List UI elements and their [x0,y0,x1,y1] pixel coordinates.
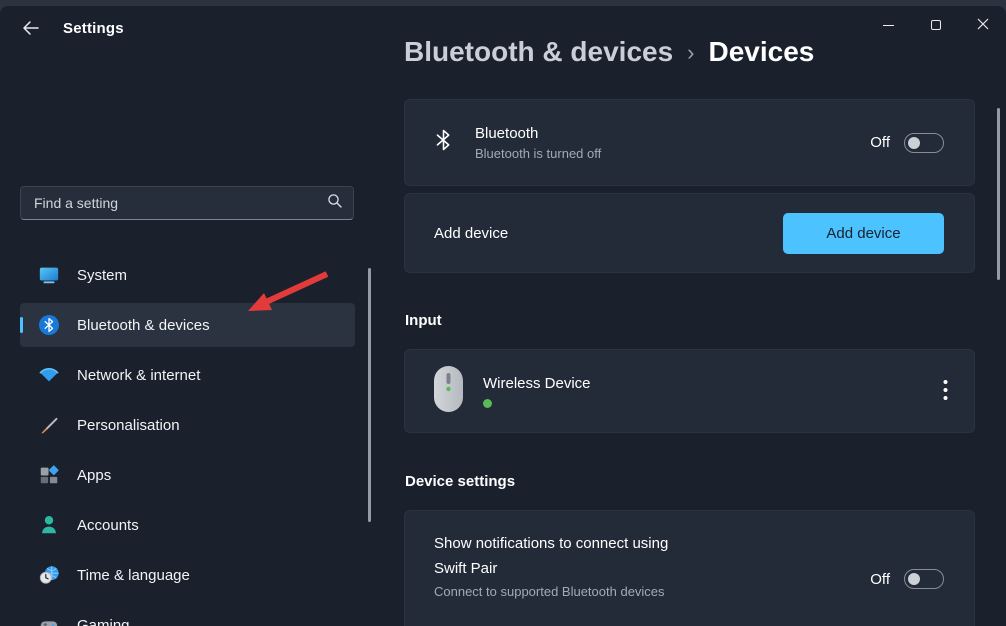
back-button[interactable] [16,16,46,42]
sidebar-item-gaming[interactable]: Gaming [20,603,355,626]
breadcrumb-parent[interactable]: Bluetooth & devices [404,36,673,68]
toggle-knob [908,573,920,585]
add-device-row: Add device Add device [404,193,975,273]
gaming-icon [37,613,61,626]
main-content: Bluetooth & devices › Devices Bluetooth … [404,6,975,626]
sidebar-item-system[interactable]: System [20,253,355,297]
sidebar-item-accounts[interactable]: Accounts [20,503,355,547]
sidebar: System Bluetooth & devices Network & int… [0,52,376,626]
sidebar-scrollbar[interactable] [368,268,371,522]
sidebar-item-label: Gaming [77,617,130,626]
personalisation-icon [37,413,61,437]
swift-pair-title-line1: Show notifications to connect using [434,531,944,556]
bluetooth-title: Bluetooth [475,125,601,142]
device-name: Wireless Device [483,375,591,392]
apps-icon [37,463,61,487]
device-more-button[interactable] [943,379,948,404]
swift-pair-toggle-label: Off [870,571,890,588]
swift-pair-title-line2: Swift Pair [434,556,944,581]
sidebar-item-time-language[interactable]: Time & language [20,553,355,597]
add-device-button[interactable]: Add device [783,213,944,254]
search-icon [327,193,343,214]
sidebar-item-label: Accounts [77,517,139,534]
swift-pair-subtitle: Connect to supported Bluetooth devices [434,584,944,599]
wireless-device-row[interactable]: Wireless Device [404,349,975,433]
swift-pair-row: Show notifications to connect using Swif… [404,510,975,626]
add-device-label: Add device [434,225,508,242]
swift-pair-toggle[interactable] [904,569,944,589]
time-language-icon [37,563,61,587]
search-input[interactable] [34,195,327,211]
sidebar-item-label: System [77,267,127,284]
network-icon [37,363,61,387]
mouse-icon [433,365,464,418]
sidebar-item-label: Network & internet [77,367,200,384]
bluetooth-icon [37,313,61,337]
sidebar-item-label: Personalisation [77,417,180,434]
bluetooth-subtitle: Bluetooth is turned off [475,146,601,161]
bluetooth-setting-row: Bluetooth Bluetooth is turned off Off [404,99,975,186]
breadcrumb: Bluetooth & devices › Devices [404,36,814,68]
status-dot [483,399,492,408]
arrow-left-icon [22,24,40,39]
close-icon [977,18,989,33]
sidebar-item-apps[interactable]: Apps [20,453,355,497]
chevron-right-icon: › [687,38,694,66]
device-settings-header: Device settings [405,473,515,490]
settings-window: Settings System [0,6,1006,626]
sidebar-item-bluetooth-devices[interactable]: Bluetooth & devices [20,303,355,347]
app-title: Settings [63,20,124,37]
input-section-header: Input [405,312,442,329]
bluetooth-toggle[interactable] [904,133,944,153]
bluetooth-glyph-icon [435,128,452,157]
sidebar-item-network-internet[interactable]: Network & internet [20,353,355,397]
selection-pill [20,317,23,333]
search-box [20,186,354,220]
accounts-icon [37,513,61,537]
more-options-icon [943,379,948,404]
page-title: Devices [709,36,815,68]
sidebar-item-label: Bluetooth & devices [77,317,210,334]
toggle-knob [908,137,920,149]
sidebar-item-personalisation[interactable]: Personalisation [20,403,355,447]
sidebar-item-label: Apps [77,467,111,484]
bluetooth-toggle-label: Off [870,134,890,151]
sidebar-nav: System Bluetooth & devices Network & int… [20,253,355,626]
main-scrollbar[interactable] [997,108,1000,280]
sidebar-item-label: Time & language [77,567,190,584]
system-icon [37,263,61,287]
